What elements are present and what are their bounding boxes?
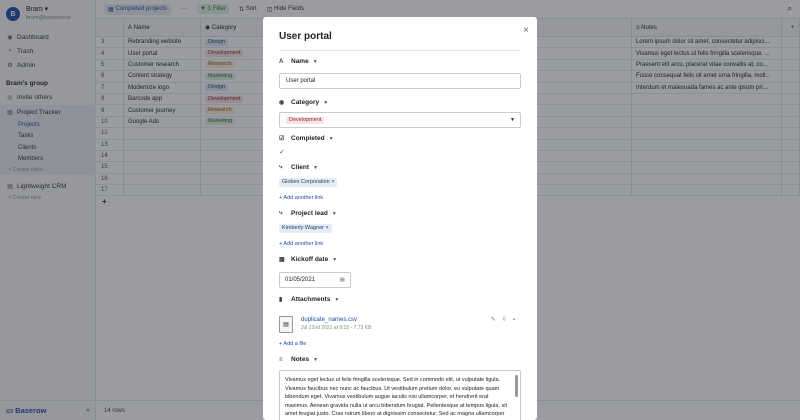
field-label-notes[interactable]: ≡ Notes ▼ xyxy=(279,356,318,363)
row-expand-modal: User portal × A Name ▼ User portal ◉ Catego… xyxy=(263,17,537,420)
client-chip[interactable]: Globex Corporation × xyxy=(279,178,338,187)
field-label-text: Attachments xyxy=(291,296,331,303)
chevron-down-icon: ▼ xyxy=(313,356,319,363)
file-name[interactable]: duplicate_names.csv xyxy=(301,316,371,325)
modal-title: User portal xyxy=(279,31,332,42)
text-field-icon: A xyxy=(279,58,284,65)
field-label-text: Project lead xyxy=(291,210,328,217)
app-window: B Bram ▾ bram@baserow.io ◉ Dashboard ▪ Tra… xyxy=(0,0,800,420)
link-icon: ⤷ xyxy=(279,210,283,216)
file-meta: Jul 22nd 2021 at 9:15 - 7.73 KB xyxy=(301,325,372,331)
chevron-down-icon: ▼ xyxy=(328,135,334,142)
field-label-completed[interactable]: ☑ Completed ▼ xyxy=(279,135,334,142)
long-text-icon: ≡ xyxy=(279,356,283,363)
chevron-down-icon: ▼ xyxy=(332,256,338,263)
field-label-name[interactable]: A Name ▼ xyxy=(279,58,318,65)
field-label-client[interactable]: ⤷ Client ▼ xyxy=(279,164,318,171)
single-select-icon: ◉ xyxy=(279,100,285,106)
edit-icon[interactable]: ✎ xyxy=(491,317,502,323)
field-label-project-lead[interactable]: ⤷ Project lead ▼ xyxy=(279,210,337,217)
notes-text: Vivamus eget lectus ut felis fringilla s… xyxy=(285,377,507,417)
attachment-icon: ▮ xyxy=(279,297,283,303)
field-label-text: Kickoff date xyxy=(291,256,329,263)
field-label-kickoff-date[interactable]: ▦ Kickoff date ▼ xyxy=(279,256,337,263)
add-file-link[interactable]: + Add a file xyxy=(279,341,306,347)
close-icon[interactable]: × xyxy=(523,25,529,36)
field-label-text: Client xyxy=(291,164,310,171)
chevron-down-icon: ▼ xyxy=(313,164,319,171)
field-label-text: Notes xyxy=(291,356,310,363)
category-tag: Development xyxy=(286,116,325,124)
scrollbar[interactable] xyxy=(515,375,518,397)
completed-checkbox[interactable]: ✓ xyxy=(279,148,285,156)
download-icon[interactable]: ⇩ xyxy=(502,317,513,323)
trash-icon[interactable]: ▪ xyxy=(513,317,521,323)
chevron-down-icon: ▼ xyxy=(323,99,329,106)
file-actions: ✎⇩▪ xyxy=(491,316,521,323)
add-lead-link[interactable]: + Add another link xyxy=(279,241,323,247)
link-icon: ⤷ xyxy=(279,164,283,170)
checkbox-icon: ☑ xyxy=(279,136,285,142)
chevron-down-icon: ▼ xyxy=(312,58,318,65)
calendar-icon: ▦ xyxy=(279,257,285,263)
calendar-icon[interactable]: ▦ xyxy=(340,277,345,283)
date-value: 01/05/2021 xyxy=(285,277,316,283)
field-label-text: Name xyxy=(291,58,309,65)
chevron-down-icon: ▼ xyxy=(510,117,515,123)
divider xyxy=(279,50,521,51)
field-label-attachments[interactable]: ▮ Attachments ▼ xyxy=(279,296,339,303)
file-icon[interactable]: ▤ xyxy=(279,315,293,333)
field-label-category[interactable]: ◉ Category ▼ xyxy=(279,99,328,106)
attachment-item: ▤ duplicate_names.csv Jul 22nd 2021 at 9… xyxy=(279,310,521,338)
category-select[interactable]: Development ▼ xyxy=(279,112,521,128)
kickoff-date-input[interactable]: 01/05/2021 ▦ xyxy=(279,272,351,288)
add-client-link[interactable]: + Add another link xyxy=(279,195,323,201)
notes-textarea[interactable]: Vivamus eget lectus ut felis fringilla s… xyxy=(279,370,521,420)
name-input[interactable]: User portal xyxy=(279,73,521,89)
field-label-text: Category xyxy=(291,99,320,106)
field-label-text: Completed xyxy=(291,135,325,142)
chevron-down-icon: ▼ xyxy=(334,296,340,303)
project-lead-chip[interactable]: Kimberly Wagner × xyxy=(279,224,332,233)
chevron-down-icon: ▼ xyxy=(331,210,337,217)
